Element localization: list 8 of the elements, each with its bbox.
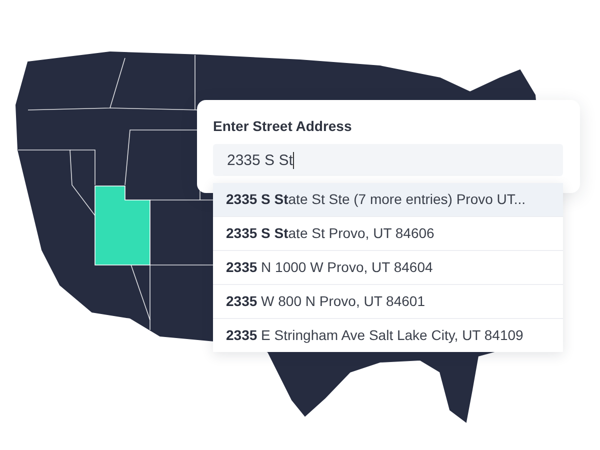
suggestion-item[interactable]: 2335 N 1000 W Provo, UT 84604 [213, 251, 563, 285]
suggestion-item[interactable]: 2335 S State St Ste (7 more entries) Provo UT... [213, 183, 563, 217]
text-cursor-icon [292, 152, 294, 168]
address-input[interactable]: 2335 S St [213, 144, 563, 176]
suggestion-item[interactable]: 2335 W 800 N Provo, UT 84601 [213, 285, 563, 319]
suggestion-item[interactable]: 2335 S State St Provo, UT 84606 [213, 217, 563, 251]
suggestion-item[interactable]: 2335 E Stringham Ave Salt Lake City, UT 84109 [213, 319, 563, 352]
field-label: Enter Street Address [213, 118, 353, 134]
